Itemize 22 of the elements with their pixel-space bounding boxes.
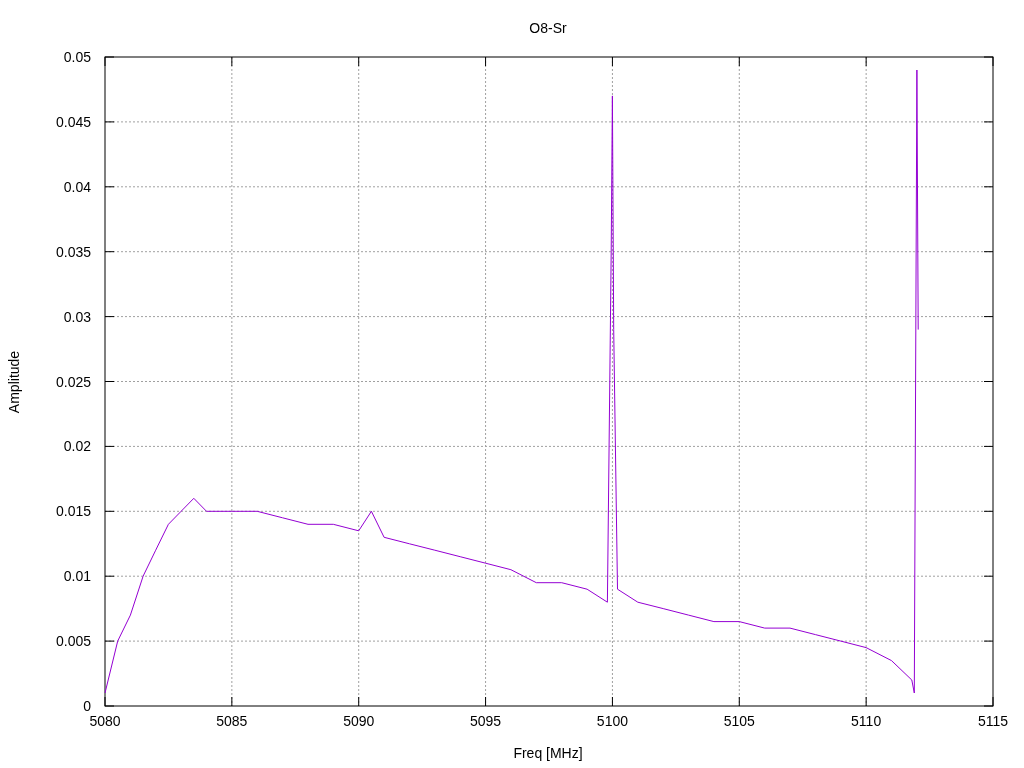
y-tick-label: 0: [83, 698, 91, 714]
y-tick-label: 0.05: [63, 49, 91, 65]
y-tick-label: 0.045: [55, 113, 91, 130]
x-tick-label: 5085: [216, 713, 248, 729]
x-tick-label: 5105: [723, 713, 755, 729]
y-axis-label: Amplitude: [6, 350, 22, 414]
y-tick-label: 0.02: [63, 438, 91, 455]
y-tick-label: 0.03: [63, 308, 91, 325]
x-tick-label: 5095: [470, 713, 502, 729]
y-tick-label: 0.035: [55, 243, 91, 260]
y-tick-label: 0.015: [55, 503, 91, 520]
x-axis-label: Freq [MHz]: [513, 745, 583, 761]
y-tick-label: 0.01: [63, 568, 91, 585]
x-tick-label: 5090: [343, 713, 375, 729]
x-tick-label: 5080: [89, 713, 121, 729]
x-tick-label: 5110: [851, 713, 882, 729]
chart-title: O8-Sr: [529, 20, 567, 36]
x-tick-label: 5115: [977, 713, 1009, 729]
y-tick-label: 0.025: [55, 373, 91, 390]
y-tick-label: 0.04: [63, 178, 91, 195]
y-tick-label: 0.005: [55, 633, 91, 650]
x-tick-label: 5100: [596, 713, 628, 729]
